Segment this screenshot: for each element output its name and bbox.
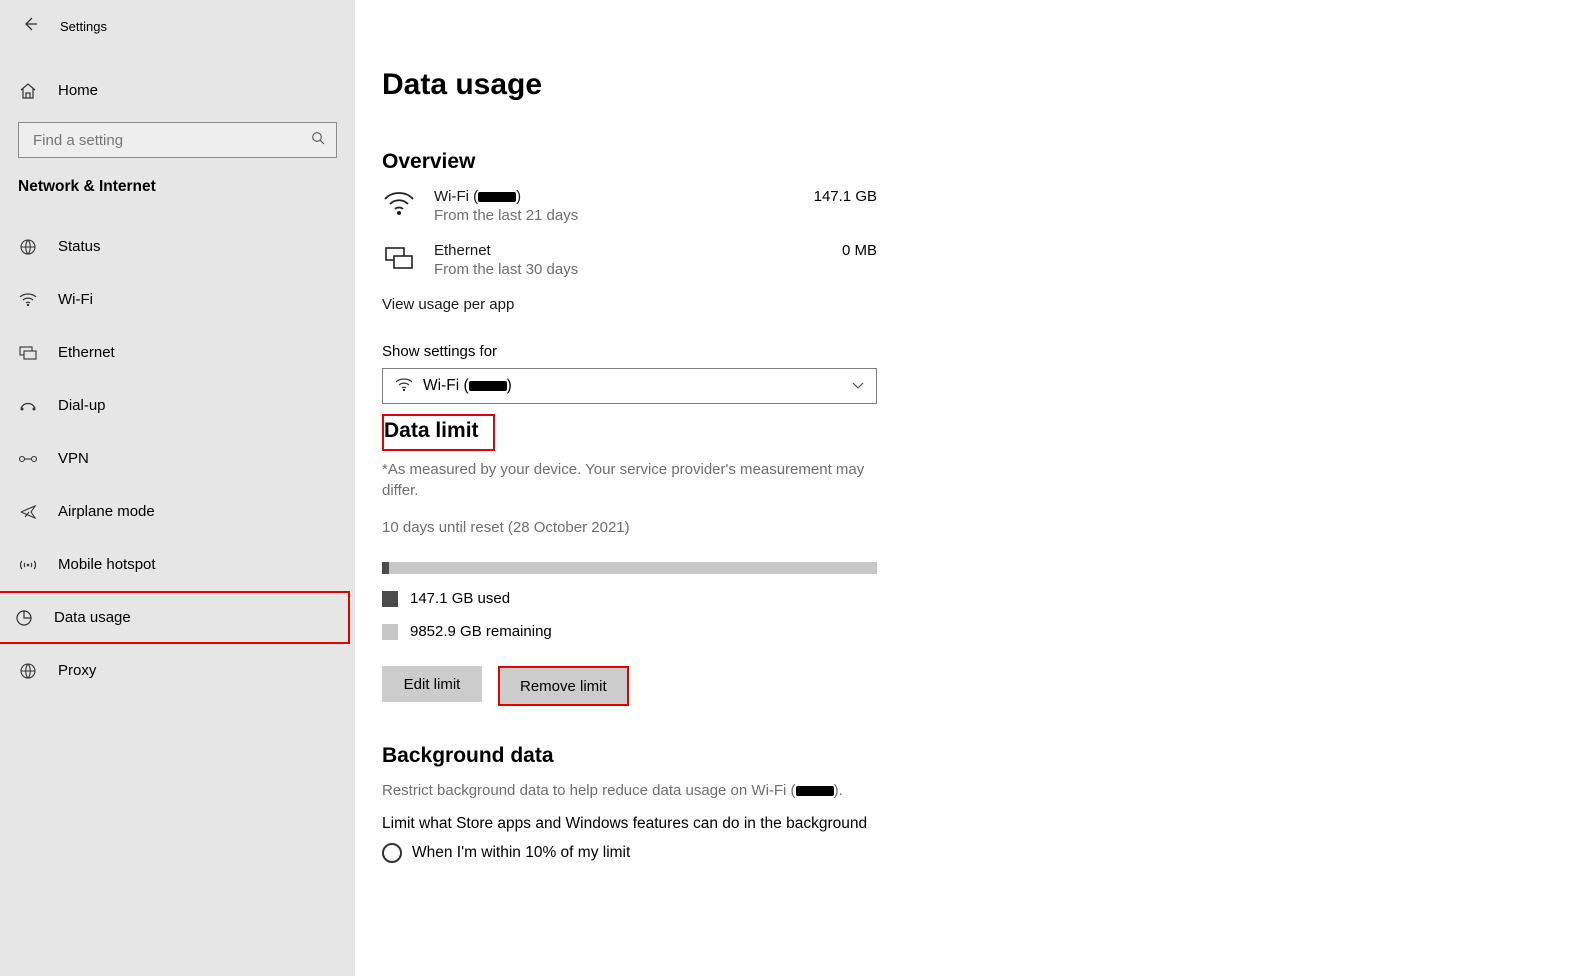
sidebar-item-label: Proxy: [58, 662, 96, 679]
dialup-icon: [18, 400, 38, 412]
edit-limit-button[interactable]: Edit limit: [382, 666, 482, 702]
hotspot-icon: [18, 558, 38, 572]
overview-wifi-subtitle: From the last 21 days: [434, 207, 796, 224]
redacted-ssid: [796, 786, 834, 796]
remaining-legend: 9852.9 GB remaining: [382, 623, 877, 640]
chevron-down-icon: [852, 379, 864, 393]
sidebar-item-airplane[interactable]: Airplane mode: [0, 485, 355, 538]
sidebar-home-label: Home: [58, 82, 98, 99]
wifi-icon: [395, 378, 413, 395]
sidebar-item-label: Data usage: [54, 609, 131, 626]
dropdown-value: Wi-Fi (): [423, 377, 852, 395]
wifi-icon: [18, 293, 38, 307]
page-title: Data usage: [382, 68, 1578, 102]
vpn-icon: [18, 453, 38, 465]
background-data-note: Restrict background data to help reduce …: [382, 780, 877, 801]
data-limit-heading: Data limit: [384, 419, 479, 442]
radio-option-10pct[interactable]: When I'm within 10% of my limit: [382, 843, 877, 863]
sidebar-item-status[interactable]: Status: [0, 220, 355, 273]
proxy-icon: [18, 662, 38, 680]
sidebar-item-label: Wi-Fi: [58, 291, 93, 308]
search-box[interactable]: [18, 122, 337, 158]
limit-buttons: Edit limit Remove limit: [382, 666, 877, 706]
overview-ethernet-row[interactable]: Ethernet From the last 30 days 0 MB: [382, 242, 877, 278]
sidebar-item-label: Status: [58, 238, 101, 255]
sidebar-item-ethernet[interactable]: Ethernet: [0, 326, 355, 379]
airplane-icon: [18, 503, 38, 521]
overview-wifi-name: Wi-Fi (): [434, 188, 796, 205]
remove-limit-highlight: Remove limit: [498, 666, 629, 706]
wifi-icon: [382, 188, 416, 216]
data-progress-bar: [382, 562, 877, 574]
show-settings-label: Show settings for: [382, 343, 877, 360]
sidebar-item-label: VPN: [58, 450, 89, 467]
sidebar-item-wifi[interactable]: Wi-Fi: [0, 273, 355, 326]
reset-note: 10 days until reset (28 October 2021): [382, 519, 877, 536]
titlebar: Settings: [0, 10, 355, 42]
overview-heading: Overview: [382, 150, 877, 174]
used-swatch: [382, 591, 398, 607]
data-progress-fill: [382, 562, 389, 574]
remaining-swatch: [382, 624, 398, 640]
home-icon: [18, 82, 38, 100]
sidebar-item-label: Airplane mode: [58, 503, 155, 520]
status-icon: [18, 238, 38, 256]
sidebar-section-title: Network & Internet: [0, 158, 355, 200]
back-icon[interactable]: [22, 16, 38, 37]
data-usage-icon: [14, 609, 34, 627]
radio-icon: [382, 843, 402, 863]
sidebar-item-hotspot[interactable]: Mobile hotspot: [0, 538, 355, 591]
search-wrap: [0, 122, 355, 158]
redacted-ssid: [478, 192, 516, 202]
sidebar-home[interactable]: Home: [0, 64, 355, 117]
data-limit-heading-highlight: Data limit: [382, 414, 495, 451]
used-label: 147.1 GB used: [410, 590, 510, 607]
sidebar-item-dialup[interactable]: Dial-up: [0, 379, 355, 432]
sidebar-item-vpn[interactable]: VPN: [0, 432, 355, 485]
sidebar-item-proxy[interactable]: Proxy: [0, 644, 355, 697]
redacted-ssid: [469, 381, 507, 391]
sidebar: Settings Home Network & Internet Status …: [0, 0, 355, 976]
sidebar-item-data-usage[interactable]: Data usage: [0, 591, 350, 644]
view-usage-link[interactable]: View usage per app: [382, 296, 877, 313]
data-limit-note: *As measured by your device. Your servic…: [382, 459, 877, 501]
overview-wifi-row[interactable]: Wi-Fi () From the last 21 days 147.1 GB: [382, 188, 877, 224]
radio-label: When I'm within 10% of my limit: [412, 844, 630, 862]
network-dropdown[interactable]: Wi-Fi (): [382, 368, 877, 404]
remove-limit-button[interactable]: Remove limit: [500, 668, 627, 704]
remaining-label: 9852.9 GB remaining: [410, 623, 552, 640]
main-content: Data usage Overview Wi-Fi () From the la…: [355, 0, 1578, 976]
overview-ethernet-amount: 0 MB: [842, 242, 877, 259]
search-input[interactable]: [31, 131, 311, 150]
sidebar-nav: Status Wi-Fi Ethernet Dial-up VPN: [0, 220, 355, 697]
ethernet-icon: [382, 242, 416, 270]
search-icon: [311, 131, 326, 149]
overview-wifi-amount: 147.1 GB: [814, 188, 877, 205]
sidebar-item-label: Dial-up: [58, 397, 106, 414]
background-data-heading: Background data: [382, 744, 877, 768]
overview-ethernet-name: Ethernet: [434, 242, 824, 259]
limit-description: Limit what Store apps and Windows featur…: [382, 815, 877, 833]
overview-ethernet-subtitle: From the last 30 days: [434, 261, 824, 278]
ethernet-icon: [18, 346, 38, 360]
sidebar-item-label: Ethernet: [58, 344, 115, 361]
sidebar-item-label: Mobile hotspot: [58, 556, 156, 573]
used-legend: 147.1 GB used: [382, 590, 877, 607]
window-title: Settings: [60, 19, 107, 34]
